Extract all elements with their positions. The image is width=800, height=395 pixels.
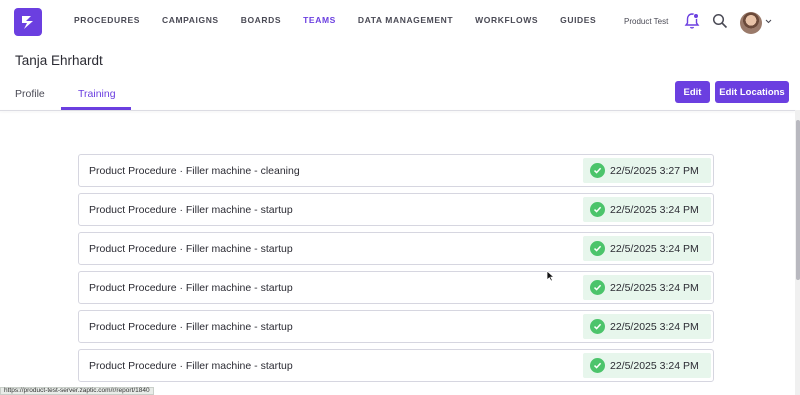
completion-date: 22/5/2025 3:24 PM: [610, 360, 699, 372]
training-procedure-name: Product Procedure · Filler machine - cle…: [89, 165, 300, 177]
chevron-down-icon[interactable]: [765, 18, 772, 25]
completion-date: 22/5/2025 3:24 PM: [610, 282, 699, 294]
check-circle-icon: [590, 163, 605, 178]
completion-badge: 22/5/2025 3:27 PM: [583, 158, 711, 183]
training-row[interactable]: Product Procedure · Filler machine - sta…: [78, 271, 714, 304]
edit-locations-button[interactable]: Edit Locations: [715, 81, 789, 103]
page-title: Tanja Ehrhardt: [15, 53, 103, 68]
edit-button[interactable]: Edit: [675, 81, 710, 103]
training-row[interactable]: Product Procedure · Filler machine - sta…: [78, 310, 714, 343]
nav-item-campaigns[interactable]: CAMPAIGNS: [162, 15, 219, 25]
nav-item-workflows[interactable]: WORKFLOWS: [475, 15, 538, 25]
completion-badge: 22/5/2025 3:24 PM: [583, 353, 711, 378]
nav-item-procedures[interactable]: PROCEDURES: [74, 15, 140, 25]
nav-item-teams[interactable]: TEAMS: [303, 15, 336, 25]
check-circle-icon: [590, 202, 605, 217]
completion-badge: 22/5/2025 3:24 PM: [583, 197, 711, 222]
completion-date: 22/5/2025 3:24 PM: [610, 321, 699, 333]
completion-date: 22/5/2025 3:24 PM: [610, 204, 699, 216]
training-row[interactable]: Product Procedure · Filler machine - cle…: [78, 154, 714, 187]
training-procedure-name: Product Procedure · Filler machine - sta…: [89, 204, 293, 216]
completion-badge: 22/5/2025 3:24 PM: [583, 314, 711, 339]
training-procedure-name: Product Procedure · Filler machine - sta…: [89, 243, 293, 255]
check-circle-icon: [590, 280, 605, 295]
training-list: Product Procedure · Filler machine - cle…: [78, 154, 714, 388]
scrollbar-thumb[interactable]: [796, 120, 800, 280]
top-navigation-bar: PROCEDURES CAMPAIGNS BOARDS TEAMS DATA M…: [0, 0, 800, 44]
tab-training[interactable]: Training: [78, 88, 116, 100]
training-procedure-name: Product Procedure · Filler machine - sta…: [89, 282, 293, 294]
nav-item-boards[interactable]: BOARDS: [241, 15, 281, 25]
check-circle-icon: [590, 358, 605, 373]
training-row[interactable]: Product Procedure · Filler machine - sta…: [78, 193, 714, 226]
training-procedure-name: Product Procedure · Filler machine - sta…: [89, 360, 293, 372]
mouse-pointer-icon: [546, 270, 556, 282]
user-avatar[interactable]: [740, 12, 762, 34]
check-circle-icon: [590, 319, 605, 334]
notification-dot: [693, 13, 699, 19]
training-row[interactable]: Product Procedure · Filler machine - sta…: [78, 232, 714, 265]
main-nav: PROCEDURES CAMPAIGNS BOARDS TEAMS DATA M…: [63, 15, 607, 25]
nav-item-guides[interactable]: GUIDES: [560, 15, 596, 25]
training-procedure-name: Product Procedure · Filler machine - sta…: [89, 321, 293, 333]
tab-profile[interactable]: Profile: [15, 88, 45, 100]
status-bar-url: https://product-test-server.zaptic.com/r…: [0, 387, 154, 395]
completion-date: 22/5/2025 3:24 PM: [610, 243, 699, 255]
search-icon[interactable]: [712, 13, 728, 29]
header-divider: [0, 110, 796, 111]
zaptic-logo-icon[interactable]: [14, 8, 42, 36]
check-circle-icon: [590, 241, 605, 256]
completion-badge: 22/5/2025 3:24 PM: [583, 236, 711, 261]
completion-date: 22/5/2025 3:27 PM: [610, 165, 699, 177]
completion-badge: 22/5/2025 3:24 PM: [583, 275, 711, 300]
organization-name[interactable]: Product Test: [624, 17, 668, 26]
nav-item-data-management[interactable]: DATA MANAGEMENT: [358, 15, 453, 25]
training-row[interactable]: Product Procedure · Filler machine - sta…: [78, 349, 714, 382]
